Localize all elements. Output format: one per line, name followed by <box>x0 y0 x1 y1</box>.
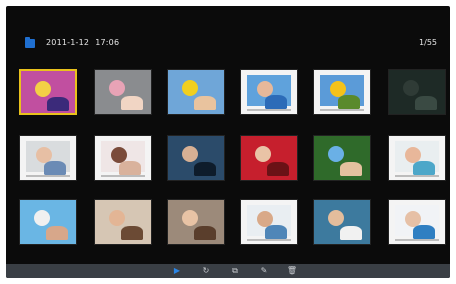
thumbnail-image <box>168 200 224 244</box>
frame-caption-stripe <box>101 175 145 177</box>
thumbnail-subject-2 <box>121 226 143 240</box>
top-status-bar: 2011-1-12 17:06 1/55 <box>6 6 450 56</box>
settings-icon[interactable]: ✎ <box>258 266 270 276</box>
photo-dark-frame[interactable] <box>388 69 446 115</box>
thumbnail-subject-2 <box>265 95 287 109</box>
thumbnail-image <box>26 141 70 175</box>
time-label: 17:06 <box>95 38 120 47</box>
thumbnail-image <box>168 70 224 114</box>
frame-caption-stripe <box>395 239 439 241</box>
rotate-icon[interactable]: ↻ <box>200 266 212 276</box>
thumbnail-image <box>95 70 151 114</box>
thumbnail-subject <box>328 210 344 226</box>
photo-kids-playing[interactable] <box>313 199 371 245</box>
photo-couple-beige[interactable] <box>94 199 152 245</box>
thumbnail-image <box>320 75 364 109</box>
folder-icon[interactable] <box>25 37 35 48</box>
delete-icon[interactable]: 🗑 <box>286 266 298 276</box>
thumbnail-subject-2 <box>340 226 362 240</box>
thumbnail-subject-2 <box>194 162 216 176</box>
photo-girl-umbrella[interactable] <box>19 69 77 115</box>
date-label: 2011-1-12 <box>46 38 90 47</box>
thumbnail-image <box>101 141 145 175</box>
photo-girls-pink[interactable] <box>94 69 152 115</box>
thumbnail-subject <box>182 80 198 96</box>
thumbnail-subject-2 <box>119 161 141 175</box>
thumbnail-subject <box>182 210 198 226</box>
photo-kid-green[interactable] <box>313 135 371 181</box>
thumbnail-subject-2 <box>415 96 437 110</box>
thumbnail-subject-2 <box>265 225 287 239</box>
thumbnail-image <box>95 200 151 244</box>
thumbnail-image <box>247 205 291 239</box>
thumbnail-subject <box>34 210 50 226</box>
thumbnail-subject-2 <box>121 96 143 110</box>
thumbnail-subject-2 <box>338 95 360 109</box>
thumbnail-image <box>395 141 439 175</box>
thumbnail-subject <box>109 210 125 226</box>
thumbnail-subject-2 <box>47 97 69 111</box>
thumbnail-image <box>247 75 291 109</box>
photo-framed-baby-blue[interactable] <box>388 199 446 245</box>
photo-framed-kids-blue[interactable] <box>240 69 298 115</box>
photo-framed-sunflower[interactable] <box>313 69 371 115</box>
photo-frame-screen: 2011-1-12 17:06 1/55 ▶ ↻ ⧉ ✎ 🗑 <box>6 6 450 278</box>
thumbnail-image <box>389 70 445 114</box>
thumbnail-image <box>395 205 439 239</box>
frame-caption-stripe <box>320 109 364 111</box>
photo-framed-friends[interactable] <box>94 135 152 181</box>
thumbnail-subject-2 <box>194 96 216 110</box>
thumbnail-subject-2 <box>44 161 66 175</box>
frame-caption-stripe <box>26 175 70 177</box>
photo-framed-boy-fish[interactable] <box>240 199 298 245</box>
thumbnail-subject <box>328 146 344 162</box>
photo-framed-family[interactable] <box>19 135 77 181</box>
copy-icon[interactable]: ⧉ <box>229 266 241 276</box>
thumbnail-subject-2 <box>267 162 289 176</box>
play-icon[interactable]: ▶ <box>171 266 183 276</box>
photo-counter: 1/55 <box>419 38 437 47</box>
thumbnail-image <box>314 200 370 244</box>
date-time-display: 2011-1-12 17:06 <box>46 38 119 47</box>
thumbnail-subject-2 <box>194 226 216 240</box>
thumbnail-subject-2 <box>340 162 362 176</box>
photo-framed-girl-scarf[interactable] <box>388 135 446 181</box>
thumbnail-image <box>314 136 370 180</box>
thumbnail-subject <box>403 80 419 96</box>
thumbnail-subject <box>255 146 271 162</box>
photo-group-blue-caption[interactable] <box>167 135 225 181</box>
frame-caption-stripe <box>395 175 439 177</box>
thumbnail-image <box>21 71 75 113</box>
frame-caption-stripe <box>247 109 291 111</box>
thumbnail-subject-2 <box>413 161 435 175</box>
bottom-control-bar: ▶ ↻ ⧉ ✎ 🗑 <box>6 264 450 278</box>
photo-girl-red[interactable] <box>240 135 298 181</box>
thumbnail-subject <box>35 81 51 97</box>
thumbnail-image <box>20 200 76 244</box>
photo-smiling-woman[interactable] <box>167 199 225 245</box>
thumbnail-subject <box>109 80 125 96</box>
frame-caption-stripe <box>247 239 291 241</box>
photo-kid-hat[interactable] <box>19 199 77 245</box>
thumbnail-subject-2 <box>46 226 68 240</box>
photo-boy-yellow[interactable] <box>167 69 225 115</box>
thumbnail-subject <box>182 146 198 162</box>
thumbnail-image <box>168 136 224 180</box>
thumbnail-subject-2 <box>413 225 435 239</box>
thumbnail-image <box>241 136 297 180</box>
